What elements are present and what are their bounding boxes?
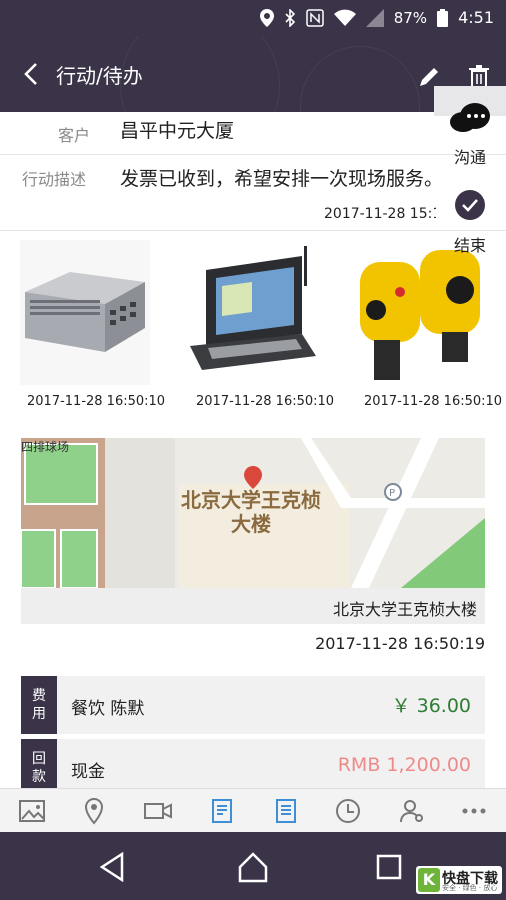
- communicate-button[interactable]: 沟通: [434, 102, 506, 168]
- document-plan-icon[interactable]: [208, 797, 236, 825]
- watermark-k-icon: K: [418, 868, 440, 892]
- app-bar: 行动/待办: [0, 36, 506, 112]
- nfc-icon: [305, 8, 324, 27]
- payment-card[interactable]: 回 款 现金 RMB 1,200.00: [21, 739, 485, 788]
- background-doodle: [120, 36, 280, 112]
- nav-back-icon[interactable]: [96, 850, 130, 884]
- badge-char: 回: [32, 751, 46, 767]
- battery-icon: [437, 8, 449, 27]
- description-timestamp: 2017-11-28 15:13:20 (x): [324, 206, 436, 222]
- video-camera-icon[interactable]: [143, 797, 173, 825]
- description-label: 行动描述: [22, 170, 87, 189]
- map-timestamp: 2017-11-28 16:50:19: [315, 634, 485, 653]
- contact-search-icon[interactable]: [398, 797, 426, 825]
- photo-caption: 2017-11-28 16:50:10: [196, 394, 335, 409]
- signal-icon: [365, 8, 384, 27]
- industrial-pc-image: [20, 240, 150, 385]
- clock-icon[interactable]: [334, 797, 362, 825]
- payment-description: 现金: [71, 762, 105, 782]
- badge-char: 款: [32, 769, 46, 785]
- wifi-icon: [333, 9, 356, 26]
- payment-badge: 回 款: [21, 739, 57, 788]
- badge-char: 用: [32, 706, 46, 722]
- badge-char: 费: [32, 688, 46, 704]
- svg-text:P: P: [389, 488, 395, 499]
- more-dots-icon[interactable]: [460, 797, 488, 825]
- photo-caption: 2017-11-28 16:50:10: [27, 394, 166, 409]
- status-bar: 87% 4:51: [0, 0, 506, 36]
- floating-actions: 沟通 结束: [434, 86, 506, 266]
- nav-recents-icon[interactable]: [372, 850, 406, 884]
- description-value: 发票已收到，希望安排一次现场服务。: [120, 168, 444, 190]
- expense-card[interactable]: 费 用 餐饮 陈默 ￥ 36.00: [21, 676, 485, 734]
- image-icon[interactable]: [18, 797, 46, 825]
- location-icon: [259, 8, 274, 27]
- clock: 4:51: [458, 8, 494, 27]
- customer-value[interactable]: 昌平中元大厦: [120, 116, 234, 143]
- customer-label: 客户: [58, 126, 91, 145]
- expense-description: 餐饮 陈默: [71, 699, 145, 719]
- page-title: 行动/待办: [56, 64, 143, 88]
- photo-thumbnail[interactable]: [188, 240, 318, 385]
- action-detail: 客户 昌平中元大厦 行动描述 发票已收到，希望安排一次现场服务。 2017-11…: [0, 112, 506, 788]
- watermark-logo: K 快盘下载 安全 · 绿色 · 放心: [416, 866, 502, 894]
- chat-bubble-icon: [450, 103, 490, 132]
- bluetooth-icon: [285, 8, 295, 27]
- map-poi-label: 北京大学王克桢大楼: [181, 488, 321, 536]
- attachment-toolbar: [0, 788, 506, 832]
- document-receipt-icon[interactable]: [272, 797, 300, 825]
- finish-label: 结束: [453, 236, 486, 255]
- expense-badge: 费 用: [21, 676, 57, 734]
- divider: [0, 154, 506, 155]
- back-arrow-icon[interactable]: [20, 62, 44, 86]
- location-pin-icon[interactable]: [80, 797, 108, 825]
- background-doodle: [300, 46, 420, 112]
- photo-thumbnail[interactable]: [20, 240, 150, 385]
- communicate-label: 沟通: [453, 148, 486, 167]
- finish-button[interactable]: 结束: [434, 190, 506, 256]
- expense-amount: ￥ 36.00: [391, 695, 471, 717]
- divider: [0, 230, 506, 231]
- watermark-subtitle: 安全 · 绿色 · 放心: [442, 884, 498, 892]
- payment-amount: RMB 1,200.00: [337, 754, 471, 776]
- battery-percent: 87%: [393, 8, 428, 27]
- location-map[interactable]: P 四排球场 北京大学王克桢大楼: [21, 438, 485, 588]
- map-corner-label: 四排球场: [21, 440, 70, 454]
- map-location-name: 北京大学王克桢大楼: [332, 600, 477, 619]
- check-circle-icon: [455, 190, 485, 220]
- trash-icon[interactable]: [468, 64, 490, 88]
- edit-pencil-icon[interactable]: [418, 66, 440, 88]
- nav-home-icon[interactable]: [236, 850, 270, 884]
- rugged-laptop-image: [188, 240, 318, 385]
- photo-caption: 2017-11-28 16:50:10: [364, 394, 503, 409]
- map-location-bar: 北京大学王克桢大楼: [21, 588, 485, 624]
